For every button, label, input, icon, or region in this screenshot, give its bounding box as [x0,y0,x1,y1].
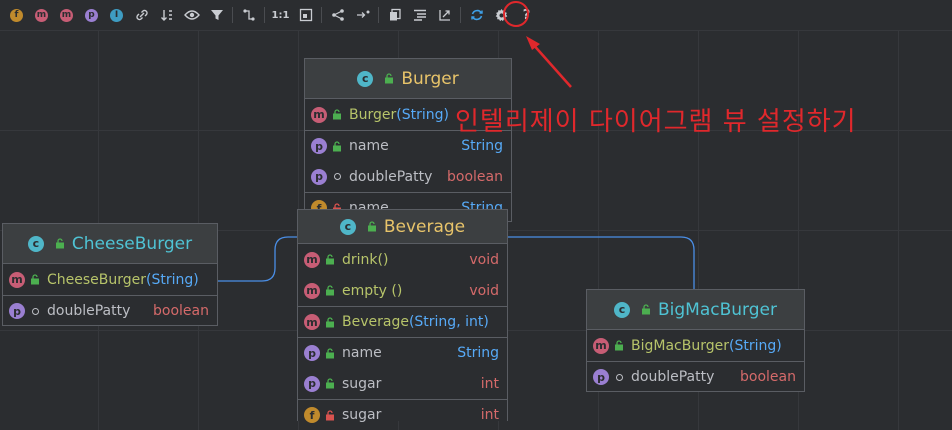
class-node-bigmacburger[interactable]: c BigMacBurger m BigMacBurger(String) p … [586,289,805,392]
property-icon: p [9,303,25,319]
member-type: String [457,345,499,361]
member-name: name [342,345,382,361]
public-lock-icon [331,140,343,152]
member-name: drink() [342,251,389,268]
property-icon: p [311,168,327,185]
member-name: name [349,138,389,154]
member-name: sugar [342,375,382,392]
property-icon: p [304,345,320,361]
class-title: Burger [401,68,459,89]
member-row[interactable]: m CheeseBurger(String) [3,264,217,295]
class-icon: c [614,301,630,318]
class-node-burger[interactable]: c Burger m Burger(String) p name String … [304,58,512,222]
member-type: void [469,282,499,299]
property-icon: p [304,375,320,392]
method-icon: m [304,314,320,330]
class-icon: c [27,235,44,252]
member-name: Beverage(String, int) [342,314,489,330]
member-type: void [469,251,499,268]
member-type: int [480,375,499,392]
member-name: doublePatty [349,168,433,185]
annotation-text: 인텔리제이 다이어그램 뷰 설정하기 [455,107,857,137]
public-lock-icon [324,254,336,266]
method-icon: m [9,271,25,288]
public-lock-icon [54,238,66,250]
method-icon: m [593,337,609,354]
class-node-beverage[interactable]: c Beverage m drink() void m empty () voi… [297,209,508,423]
member-name: BigMacBurger(String) [631,337,782,354]
method-icon: m [311,106,327,123]
package-private-icon [613,371,625,383]
member-type: boolean [447,168,503,185]
class-title: BigMacBurger [658,299,777,320]
member-row[interactable]: f sugar int [298,399,507,430]
abstract-method-icon: m [304,251,320,268]
member-row[interactable]: m BigMacBurger(String) [587,330,804,361]
member-row[interactable]: p sugar int [298,368,507,399]
class-title: CheeseBurger [71,233,193,254]
member-type: boolean [740,369,796,385]
public-lock-icon [613,340,625,352]
package-private-icon [331,171,343,183]
property-icon: p [311,138,327,154]
public-lock-icon [324,378,336,390]
public-lock-icon [383,73,395,85]
class-header: c Beverage [298,210,507,244]
public-lock-icon [640,304,652,316]
class-header: c BigMacBurger [587,290,804,330]
class-header: c Burger [305,59,511,99]
member-type: boolean [153,303,209,319]
member-row[interactable]: p doublePatty boolean [305,161,511,192]
member-row[interactable]: p doublePatty boolean [587,361,804,392]
public-lock-icon [324,285,336,297]
member-row[interactable]: p name String [298,337,507,368]
class-icon: c [339,218,356,235]
public-lock-icon [366,221,378,233]
abstract-method-icon: m [304,282,320,299]
member-row[interactable]: p doublePatty boolean [3,295,217,326]
private-lock-icon [324,409,336,421]
member-row[interactable]: m drink() void [298,244,507,275]
class-title: Beverage [383,216,466,237]
class-header: c CheeseBurger [3,224,217,264]
member-name: doublePatty [631,369,715,385]
member-name: doublePatty [47,303,131,319]
property-icon: p [593,369,609,385]
member-name: CheeseBurger(String) [47,271,199,288]
member-type: String [461,138,503,154]
member-row[interactable]: m Beverage(String, int) [298,306,507,337]
member-row[interactable]: m empty () void [298,275,507,306]
public-lock-icon [324,316,336,328]
package-private-icon [29,305,41,317]
public-lock-icon [331,109,343,121]
class-node-cheeseburger[interactable]: c CheeseBurger m CheeseBurger(String) p … [2,223,218,326]
public-lock-icon [29,274,41,286]
public-lock-icon [324,347,336,359]
member-name: empty () [342,282,403,299]
class-icon: c [357,70,374,87]
